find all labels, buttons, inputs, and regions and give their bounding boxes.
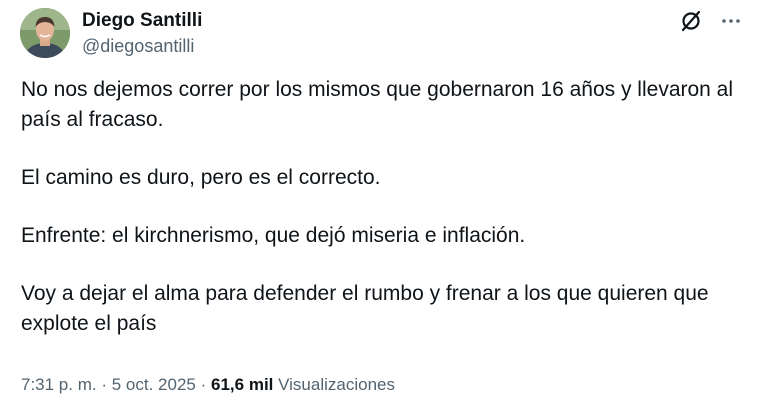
tweet-meta: 7:31 p. m. · 5 oct. 2025 · 61,6 mil Visu… <box>21 373 395 397</box>
meta-separator: · <box>101 375 108 394</box>
views-label[interactable]: Visualizaciones <box>278 375 395 394</box>
grok-slash-icon[interactable] <box>676 6 706 36</box>
tweet-text: No nos dejemos correr por los mismos que… <box>21 75 746 339</box>
tweet-paragraph: Voy a dejar el alma para defender el rum… <box>21 282 709 335</box>
author-display-name[interactable]: Diego Santilli <box>82 10 202 32</box>
tweet-card: Diego Santilli @diegosantilli No nos dej… <box>0 0 760 410</box>
author-handle[interactable]: @diegosantilli <box>82 35 202 57</box>
avatar-photo <box>20 8 70 58</box>
tweet-paragraph: El camino es duro, pero es el correcto. <box>21 166 381 189</box>
author-info: Diego Santilli @diegosantilli <box>82 10 202 57</box>
tweet-top-actions <box>676 6 746 36</box>
avatar[interactable] <box>20 8 70 58</box>
meta-separator: · <box>200 375 207 394</box>
tweet-time[interactable]: 7:31 p. m. <box>21 375 97 394</box>
tweet-paragraph: No nos dejemos correr por los mismos que… <box>21 78 734 131</box>
tweet-date[interactable]: 5 oct. 2025 <box>112 375 196 394</box>
tweet-paragraph: Enfrente: el kirchnerismo, que dejó mise… <box>21 224 526 247</box>
more-horizontal-icon[interactable] <box>716 6 746 36</box>
views-count[interactable]: 61,6 mil <box>211 375 273 394</box>
